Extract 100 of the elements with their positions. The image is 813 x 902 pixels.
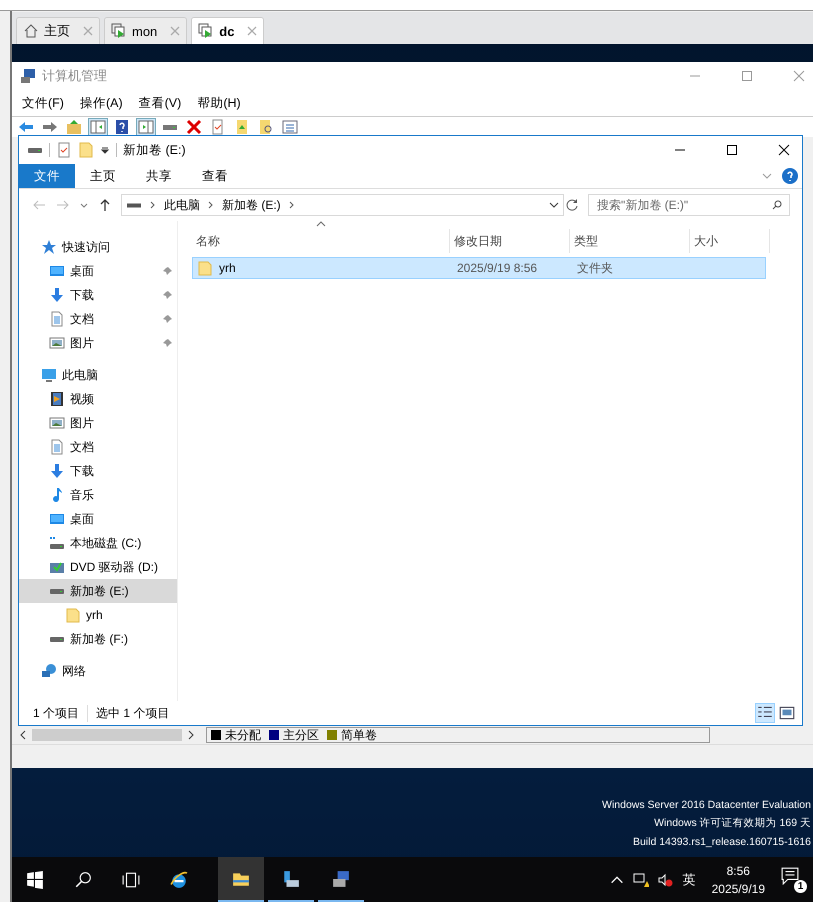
pin-icon[interactable] <box>163 314 173 324</box>
edition-text: Build 14393.rs1_release.160715-1616 <box>632 834 811 850</box>
scroll-left-icon[interactable] <box>18 730 28 740</box>
vm-tab[interactable]: dc <box>191 17 264 44</box>
computer-icon <box>332 870 350 888</box>
maximize-icon[interactable] <box>726 144 738 156</box>
nav-item[interactable]: 桌面 <box>19 259 177 283</box>
drive-icon <box>50 636 64 642</box>
file-name: yrh <box>219 261 236 275</box>
nav-item[interactable]: 下载 <box>19 283 177 307</box>
star-icon <box>41 239 57 255</box>
nav-item[interactable]: 快速访问 <box>19 235 177 259</box>
dropdown-icon[interactable] <box>100 145 110 155</box>
edition-text: Windows Server 2016 Datacenter Evaluation <box>602 798 811 812</box>
search-field[interactable]: 搜索"新加卷 (E:)" <box>588 194 790 216</box>
expand-ribbon-icon[interactable] <box>762 171 772 181</box>
large-icons-view-icon[interactable] <box>778 704 796 722</box>
dropdown-icon[interactable] <box>549 200 559 210</box>
task-view-icon[interactable] <box>122 870 140 888</box>
scroll-right-icon[interactable] <box>186 730 196 740</box>
menu-item[interactable]: 查看(V) <box>138 94 182 112</box>
nav-item[interactable]: 图片 <box>19 331 177 355</box>
nav-item[interactable]: 文档 <box>19 435 177 459</box>
document-icon <box>49 311 65 327</box>
search-icon[interactable] <box>74 870 92 888</box>
legend-label: 未分配 <box>225 726 261 744</box>
search-icon <box>772 200 782 210</box>
window-title: 计算机管理 <box>42 67 107 85</box>
file-date: 2025/9/19 8:56 <box>456 261 538 275</box>
nav-item[interactable]: 文档 <box>19 307 177 331</box>
pin-icon[interactable] <box>163 338 173 348</box>
browser-icon[interactable] <box>170 870 188 888</box>
computer-icon <box>20 68 36 84</box>
nav-item[interactable]: yrh <box>19 603 177 627</box>
clock[interactable]: 8:56 2025/9/19 <box>712 862 765 898</box>
window-title: 新加卷 (E:) <box>123 142 186 158</box>
back-arrow-icon[interactable] <box>17 119 35 135</box>
notification-button[interactable]: 1 <box>781 866 807 892</box>
properties-icon[interactable] <box>281 119 299 135</box>
legend-label: 简单卷 <box>341 726 377 744</box>
ribbon-tab[interactable]: 查看 <box>187 164 243 188</box>
down-arrow-icon <box>49 287 65 303</box>
nav-item[interactable]: DVD 驱动器 (D:) <box>19 555 177 579</box>
nav-item[interactable]: 新加卷 (E:) <box>19 579 177 603</box>
nav-item[interactable]: 网络 <box>19 659 177 683</box>
column-header[interactable]: 修改日期 <box>450 229 570 253</box>
details-view-icon[interactable] <box>756 704 774 722</box>
file-row[interactable]: yrh 2025/9/19 8:56 文件夹 <box>192 257 766 279</box>
nav-item[interactable]: 图片 <box>19 411 177 435</box>
column-header[interactable]: 大小 <box>690 229 770 253</box>
refresh-icon[interactable] <box>564 197 580 213</box>
vm-tab[interactable]: mon <box>104 17 188 44</box>
folder-up-icon[interactable] <box>65 119 83 135</box>
nav-item[interactable]: 本地磁盘 (C:) <box>19 531 177 555</box>
pane-icon[interactable] <box>89 119 107 135</box>
menu-item[interactable]: 帮助(H) <box>197 94 241 112</box>
close-icon[interactable] <box>778 144 790 156</box>
nav-item[interactable]: 视频 <box>19 387 177 411</box>
pin-icon[interactable] <box>163 266 173 276</box>
vm-icon <box>198 23 214 39</box>
pin-icon[interactable] <box>163 290 173 300</box>
desktop-icon <box>49 263 65 279</box>
nav-item[interactable]: 此电脑 <box>19 363 177 387</box>
vm-tab[interactable]: 主页 <box>16 17 100 44</box>
forward-arrow-icon[interactable] <box>41 119 59 135</box>
drive-icon <box>127 202 141 208</box>
notification-count: 1 <box>794 880 807 892</box>
file-explorer-taskbar-button[interactable] <box>218 857 264 902</box>
drive-icon <box>50 588 64 594</box>
muted-speaker-icon[interactable] <box>656 872 673 888</box>
menu-item[interactable]: 文件(F) <box>22 94 64 112</box>
file-type: 文件夹 <box>576 260 614 276</box>
input-method-indicator[interactable]: 英 <box>682 870 696 888</box>
nav-item[interactable]: 音乐 <box>19 483 177 507</box>
nav-item[interactable]: 桌面 <box>19 507 177 531</box>
help-icon[interactable] <box>782 168 798 184</box>
checklist-icon[interactable] <box>56 142 72 158</box>
address-bar[interactable]: 此电脑 新加卷 (E:) <box>121 194 564 216</box>
network-warning-icon[interactable] <box>632 872 649 888</box>
scrollbar-thumb[interactable] <box>32 729 182 741</box>
network-icon <box>41 663 57 679</box>
windows-logo-icon[interactable] <box>26 870 44 888</box>
message-icon <box>781 866 799 884</box>
column-header[interactable]: 类型 <box>570 229 690 253</box>
column-header[interactable]: 名称 <box>192 229 450 253</box>
breadcrumb-item[interactable]: 此电脑 <box>164 196 200 214</box>
help-icon[interactable] <box>113 119 131 135</box>
delete-icon[interactable] <box>185 119 203 135</box>
drive-icon <box>28 148 42 152</box>
ribbon-tab[interactable]: 文件 <box>19 164 75 188</box>
nav-item[interactable]: 新加卷 (F:) <box>19 627 177 651</box>
ribbon-tab[interactable]: 主页 <box>75 164 131 188</box>
nav-item[interactable]: 下载 <box>19 459 177 483</box>
breadcrumb-item[interactable]: 新加卷 (E:) <box>222 196 281 214</box>
pane-icon[interactable] <box>137 119 155 135</box>
menu-item[interactable]: 操作(A) <box>80 94 123 112</box>
home-icon <box>23 23 39 39</box>
ribbon-tab[interactable]: 共享 <box>131 164 187 188</box>
picture-icon <box>49 335 65 351</box>
selection-count: 选中 1 个项目 <box>87 704 178 722</box>
